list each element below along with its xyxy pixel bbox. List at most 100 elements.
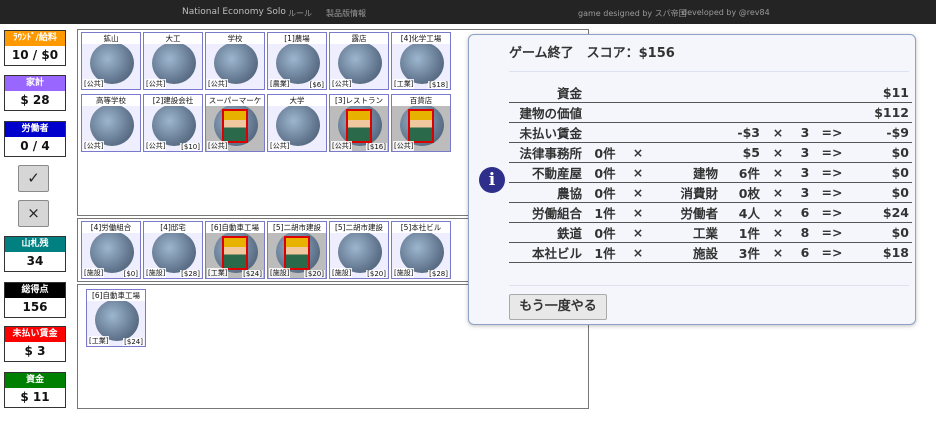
stat-household: 家計 $ 28 <box>4 75 66 111</box>
building-card[interactable]: 大学 [公共] <box>267 94 327 152</box>
stat-value: 0 / 4 <box>20 139 50 153</box>
building-illustration <box>152 231 196 273</box>
info-icon: i <box>479 167 505 193</box>
score-cell: 6件 <box>721 162 763 183</box>
score-cell <box>763 83 793 103</box>
score-row: 労働組合 1件 × 労働者 4人 × 6 => $24 <box>509 202 912 223</box>
stat-value: 34 <box>26 254 44 268</box>
stat-label: ﾗｳﾝﾄﾞ/給料 <box>5 31 65 46</box>
dialog-title: ゲーム終了 スコア：$156 <box>509 46 675 61</box>
score-cell: $18 <box>847 242 912 263</box>
credit-developer: developed by @rev84 <box>682 8 770 17</box>
building-card[interactable]: 学校 [公共] <box>205 32 265 90</box>
score-cell: 未払い賃金 <box>509 122 585 143</box>
score-cell <box>625 83 651 103</box>
score-cell: $24 <box>847 202 912 223</box>
card-name: [4]労働組合 <box>82 222 140 233</box>
score-cell: $5 <box>721 142 763 163</box>
card-name: 高等学校 <box>82 95 140 106</box>
stat-value: 156 <box>22 300 48 314</box>
score-cell: $11 <box>847 83 912 103</box>
score-row: 農協 0件 × 消費財 0枚 × 3 => $0 <box>509 182 912 203</box>
score-row: 資金 $11 <box>509 83 912 103</box>
confirm-button[interactable]: ✓ <box>18 165 49 192</box>
building-card[interactable]: [1]農場 [農業] [$6] <box>267 32 327 90</box>
score-cell: -$9 <box>847 122 912 143</box>
building-card[interactable]: 鉱山 [公共] <box>81 32 141 90</box>
building-card[interactable]: [5]二胡市建設 [施設] [$20] <box>267 221 327 279</box>
card-name: [2]建設会社 <box>144 95 202 106</box>
score-cell <box>793 102 817 123</box>
worker-icon <box>222 236 248 270</box>
score-cell: × <box>763 122 793 143</box>
score-cell: 鉄道 <box>509 222 585 243</box>
score-cell: $112 <box>847 102 912 123</box>
building-card[interactable]: 大工 [公共] <box>143 32 203 90</box>
card-category: [公共] <box>207 141 229 151</box>
score-cell: × <box>763 202 793 223</box>
nav-product-info-link[interactable]: 製品版情報 <box>326 8 366 19</box>
worker-icon <box>346 109 372 143</box>
building-card[interactable]: 百貨店 [公共] <box>391 94 451 152</box>
score-cell: 0件 <box>585 182 625 203</box>
building-card[interactable]: [5]二胡市建設 [施設] [$20] <box>329 221 389 279</box>
building-card[interactable]: [5]本社ビル [施設] [$28] <box>391 221 451 279</box>
card-category: [農業] <box>269 79 291 89</box>
score-cell: 4人 <box>721 202 763 223</box>
card-value: [$28] <box>428 270 449 278</box>
score-cell: 3件 <box>721 242 763 263</box>
score-cell: 労働者 <box>651 202 721 223</box>
card-value: [$20] <box>366 270 387 278</box>
card-name: 大学 <box>268 95 326 106</box>
card-category: [施設] <box>145 268 167 278</box>
building-card[interactable]: [6]自動車工場 [工業] [$24] <box>205 221 265 279</box>
building-card[interactable]: 高等学校 [公共] <box>81 94 141 152</box>
score-row: 不動産屋 0件 × 建物 6件 × 3 => $0 <box>509 162 912 183</box>
building-card[interactable]: [6]自動車工場 [工業] [$24] <box>86 289 146 347</box>
score-row: 建物の価値 $112 <box>509 102 912 123</box>
card-name: 大工 <box>144 33 202 44</box>
card-value: [$0] <box>122 270 139 278</box>
building-illustration <box>90 42 134 84</box>
building-card[interactable]: [4]邸宅 [施設] [$28] <box>143 221 203 279</box>
building-card[interactable]: スーパーマーケ [公共] <box>205 94 265 152</box>
building-illustration <box>152 42 196 84</box>
score-cell: 0枚 <box>721 182 763 203</box>
stat-label: 家計 <box>5 76 65 91</box>
worker-icon <box>408 109 434 143</box>
score-cell: => <box>817 202 847 223</box>
card-value: [$20] <box>304 270 325 278</box>
worker-icon <box>222 109 248 143</box>
score-cell: × <box>763 162 793 183</box>
score-cell: => <box>817 242 847 263</box>
score-cell: $0 <box>847 142 912 163</box>
score-cell <box>763 102 793 123</box>
score-breakdown-table: 資金 $11 建物の価値 $112 未払い賃金 -$3 × 3 => -$9 法律事務所 0件 × $5 ×… <box>509 83 912 263</box>
stat-round-wage: ﾗｳﾝﾄﾞ/給料 10 / $0 <box>4 30 66 66</box>
building-illustration <box>95 299 139 341</box>
card-category: [工業] <box>393 79 415 89</box>
score-cell: × <box>763 142 793 163</box>
score-cell: 農協 <box>509 182 585 203</box>
building-card[interactable]: [3]レストラン [公共] [$16] <box>329 94 389 152</box>
building-illustration <box>276 42 320 84</box>
building-card[interactable]: [4]化学工場 [工業] [$18] <box>391 32 451 90</box>
stat-label: 山札残 <box>5 237 65 252</box>
card-category: [工業] <box>88 336 110 346</box>
app-title[interactable]: National Economy Solo <box>182 7 286 17</box>
score-cell: => <box>817 122 847 143</box>
building-card[interactable]: 露店 [公共] <box>329 32 389 90</box>
score-cell: × <box>625 202 651 223</box>
building-card[interactable]: [4]労働組合 [施設] [$0] <box>81 221 141 279</box>
card-name: [5]本社ビル <box>392 222 450 233</box>
building-card[interactable]: [2]建設会社 [公共] [$10] <box>143 94 203 152</box>
divider <box>509 285 909 286</box>
play-again-button[interactable]: もう一度やる <box>509 294 607 320</box>
card-name: [3]レストラン <box>330 95 388 106</box>
nav-rules-link[interactable]: ルール <box>288 8 312 19</box>
card-name: [6]自動車工場 <box>206 222 264 233</box>
score-cell <box>651 102 721 123</box>
card-value: [$10] <box>180 143 201 151</box>
score-cell: × <box>763 182 793 203</box>
cancel-button[interactable]: × <box>18 200 49 227</box>
